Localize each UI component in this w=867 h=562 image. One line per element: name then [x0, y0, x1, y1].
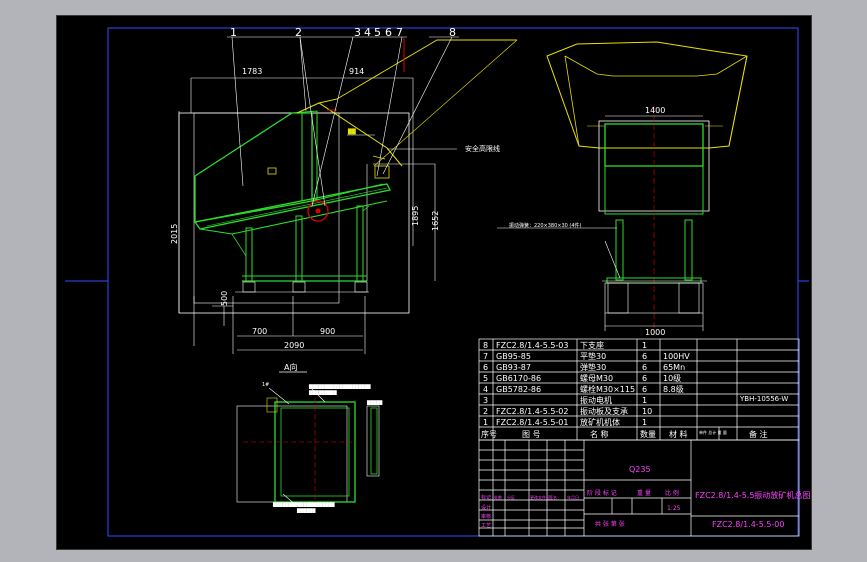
front-view: ██ — [178, 36, 518, 354]
balloon-4: 4 — [364, 26, 371, 39]
bom-mat: 8.8级 — [663, 384, 684, 394]
dim-2090: 2090 — [284, 341, 304, 350]
bom-code: FZC2.8/1.4-5.5-02 — [496, 407, 568, 416]
bom-code: FZC2.8/1.4-5.5-01 — [496, 418, 568, 427]
scale-value: 1:25 — [667, 505, 681, 512]
balloon-1: 1 — [230, 26, 237, 39]
dim-1000: 1000 — [645, 328, 665, 337]
bom-name: 平垫30 — [580, 351, 606, 361]
dim-1652: 1652 — [431, 211, 440, 231]
spring-note: 振动弹簧：220×380×30 (4件) — [509, 222, 582, 229]
bom-header-weight: 单件 总计 重 量 — [699, 429, 727, 435]
bom-qty: 1 — [642, 341, 647, 350]
sign-row-design: 设计 — [481, 504, 491, 511]
scale-header: 比 例 — [665, 489, 679, 497]
bom-name: 螺栓M30×115 — [580, 384, 635, 394]
dim-1400: 1400 — [645, 106, 665, 115]
drawing-sheet: ██ 1 2 3 4 5 6 7 8 1783 914 2015 1895 16… — [56, 15, 812, 550]
dim-500: 500 — [220, 291, 229, 306]
balloon-6: 6 — [385, 26, 392, 39]
sign-col-date: 年月日 — [567, 494, 579, 500]
bom-name: 螺母M30 — [580, 373, 613, 383]
bom-name: 弹垫30 — [580, 362, 606, 372]
bom-name: 振动电机 — [580, 395, 612, 405]
drawing-number: FZC2.8/1.4-5.5-00 — [712, 520, 784, 529]
dim-914: 914 — [349, 67, 364, 76]
title-block-text: Q235 FZC2.8/1.4-5.5振动放矿机总图 FZC2.8/1.4-5.… — [481, 465, 810, 529]
bom-name: 振动板及支承 — [580, 406, 628, 416]
stage-mark-header: 阶 段 标 记 — [587, 489, 617, 497]
dim-2015: 2015 — [170, 224, 179, 244]
svg-text:1#: 1# — [262, 382, 269, 388]
bom-no: 8 — [483, 341, 488, 350]
dim-700: 700 — [252, 327, 267, 336]
bom-qty: 10 — [642, 407, 652, 416]
bom-mat: 100HV — [663, 352, 690, 361]
bom-code: GB95-85 — [496, 352, 531, 361]
bom-no: 4 — [483, 385, 488, 394]
bom-name: 下支座 — [580, 340, 604, 350]
svg-text:█████████: █████████ — [308, 390, 338, 395]
bom-header-name: 名 称 — [590, 429, 609, 439]
bom-header-qty: 数量 — [640, 429, 656, 439]
view-a-label: A向 — [284, 362, 297, 372]
bom-code: FZC2.8/1.4-5.5-03 — [496, 341, 568, 350]
bom-header-mat: 材 料 — [669, 429, 688, 439]
material-q235: Q235 — [629, 465, 651, 474]
bom-mat: 10级 — [663, 373, 681, 383]
bom-name: 放矿机机体 — [580, 417, 620, 427]
drawing-name: FZC2.8/1.4-5.5振动放矿机总图 — [695, 490, 810, 500]
bom-no: 5 — [483, 374, 488, 383]
bom-note: YBH-10556-W — [739, 395, 788, 403]
bom-no: 6 — [483, 363, 488, 372]
dim-900: 900 — [320, 327, 335, 336]
bom-qty: 1 — [642, 418, 647, 427]
drawing-border — [107, 27, 799, 537]
balloon-3: 3 — [354, 26, 361, 39]
bom-qty: 6 — [642, 352, 647, 361]
side-view — [497, 41, 748, 334]
sign-row-mark: 标记 — [481, 494, 491, 501]
bom-no: 2 — [483, 407, 488, 416]
dim-1895: 1895 — [411, 206, 420, 226]
sign-col-sign: 签名 — [549, 494, 557, 500]
sign-row-process: 工艺 — [481, 523, 491, 529]
bom-code: GB93-87 — [496, 363, 531, 372]
bom-no: 7 — [483, 352, 488, 361]
sheet-count: 共 张 第 张 — [595, 520, 625, 528]
bom-code: GB6170-86 — [496, 374, 541, 383]
svg-text:██████: ██████ — [296, 508, 316, 513]
sign-row-review: 审核 — [481, 513, 491, 520]
bom-qty: 1 — [642, 396, 647, 405]
sign-col-count: 处数 — [494, 494, 502, 500]
bom-qty: 6 — [642, 363, 647, 372]
bom-qty: 6 — [642, 385, 647, 394]
cad-drawing: ██ 1 2 3 4 5 6 7 8 1783 914 2015 1895 16… — [65, 26, 810, 537]
bom-mat: 65Mn — [663, 363, 685, 372]
bom-qty: 6 — [642, 374, 647, 383]
bom-header-no: 序号 — [481, 429, 497, 439]
bom-no: 3 — [483, 396, 488, 405]
bom-header-note: 备 注 — [749, 429, 768, 439]
sign-col-change: 更改文件号 — [530, 494, 550, 500]
dim-1783: 1783 — [242, 67, 262, 76]
a-view: ████████████████████ █████████ █████████… — [236, 382, 383, 513]
svg-text:████████████████████: ████████████████████ — [308, 384, 371, 389]
svg-text:████████████████████: ████████████████████ — [272, 502, 335, 507]
svg-text:██: ██ — [347, 128, 356, 135]
weight-header: 重 量 — [637, 489, 651, 497]
balloon-7: 7 — [396, 26, 403, 39]
bom-code: GB5782-86 — [496, 385, 541, 394]
bom-rows: 8 FZC2.8/1.4-5.5-03 下支座 1 7 GB95-85 平垫30… — [481, 340, 788, 439]
balloon-2: 2 — [295, 26, 302, 39]
svg-text:█████: █████ — [366, 400, 383, 405]
sign-col-zone: 分区 — [507, 494, 515, 500]
side-dimensions: 1400 1000 振动弹簧：220×380×30 (4件) — [509, 106, 665, 337]
balloon-5: 5 — [374, 26, 381, 39]
bom-no: 1 — [483, 418, 488, 427]
bom-header-code: 图 号 — [522, 430, 541, 439]
balloon-8: 8 — [449, 26, 456, 39]
safety-line-label: 安全高限线 — [465, 144, 500, 153]
